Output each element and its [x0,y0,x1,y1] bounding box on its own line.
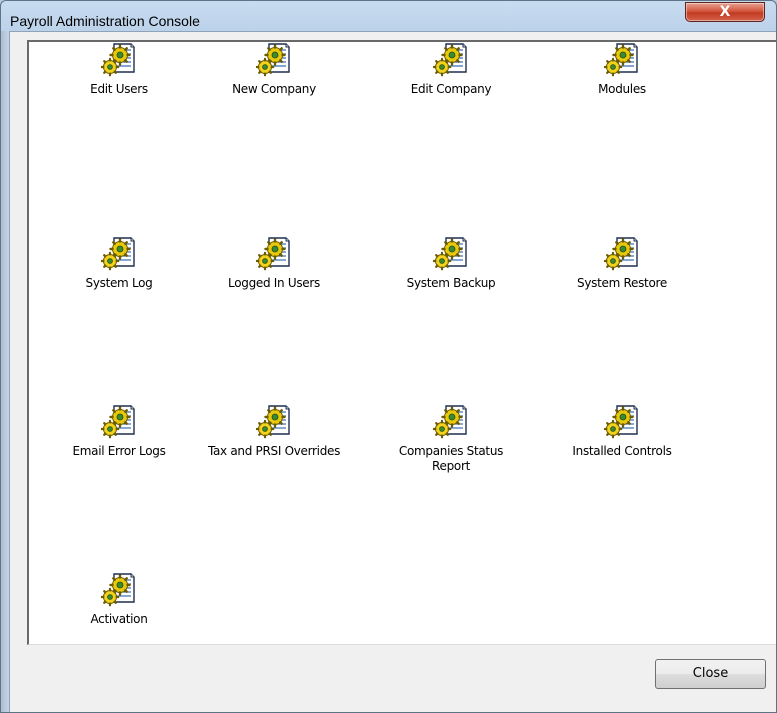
admin-item-edit-company[interactable]: Edit Company [365,42,537,97]
admin-item-label: Activation [90,612,148,626]
document-gears-icon [256,236,292,272]
admin-item-installed-controls[interactable]: Installed Controls [536,404,708,459]
document-gears-icon [256,42,292,78]
admin-item-tax-prsi-overrides[interactable]: Tax and PRSI Overrides [188,404,360,459]
document-gears-icon [101,404,137,440]
admin-item-email-error-logs[interactable]: Email Error Logs [33,404,205,459]
close-button[interactable]: Close [655,659,766,689]
document-gears-icon [101,42,137,78]
document-gears-icon [101,572,137,608]
admin-item-system-log[interactable]: System Log [33,236,205,291]
document-gears-icon [433,42,469,78]
admin-item-label: System Backup [406,276,496,290]
admin-item-label: System Restore [577,276,667,290]
document-gears-icon [604,42,640,78]
document-gears-icon [604,404,640,440]
window-close-button[interactable]: X [685,2,765,22]
document-gears-icon [604,236,640,272]
admin-item-system-restore[interactable]: System Restore [536,236,708,291]
admin-item-modules[interactable]: Modules [536,42,708,97]
admin-item-label: New Company [232,82,316,96]
document-gears-icon [433,236,469,272]
admin-item-label: Companies Status Report [398,444,504,473]
window-title: Payroll Administration Console [10,13,200,29]
admin-item-label: Modules [598,82,646,96]
document-gears-icon [433,404,469,440]
admin-item-label: Installed Controls [572,444,672,458]
admin-item-new-company[interactable]: New Company [188,42,360,97]
admin-item-label: Logged In Users [228,276,320,290]
admin-item-logged-in-users[interactable]: Logged In Users [188,236,360,291]
admin-icons-panel: Edit Users New Company Edit Company Modu… [27,40,776,645]
window-left-frame [1,31,9,712]
admin-item-activation[interactable]: Activation [33,572,205,627]
admin-item-label: Email Error Logs [72,444,166,458]
admin-item-label: System Log [85,276,153,290]
admin-item-label: Edit Users [90,82,148,96]
document-gears-icon [256,404,292,440]
admin-item-label: Tax and PRSI Overrides [207,444,341,458]
title-bar[interactable]: Payroll Administration Console X [1,1,776,33]
document-gears-icon [101,236,137,272]
admin-item-edit-users[interactable]: Edit Users [33,42,205,97]
admin-item-label: Edit Company [410,82,492,96]
admin-item-system-backup[interactable]: System Backup [365,236,537,291]
admin-item-companies-status-report[interactable]: Companies Status Report [365,404,537,474]
admin-console-window: Payroll Administration Console X Edit Us… [0,0,777,713]
